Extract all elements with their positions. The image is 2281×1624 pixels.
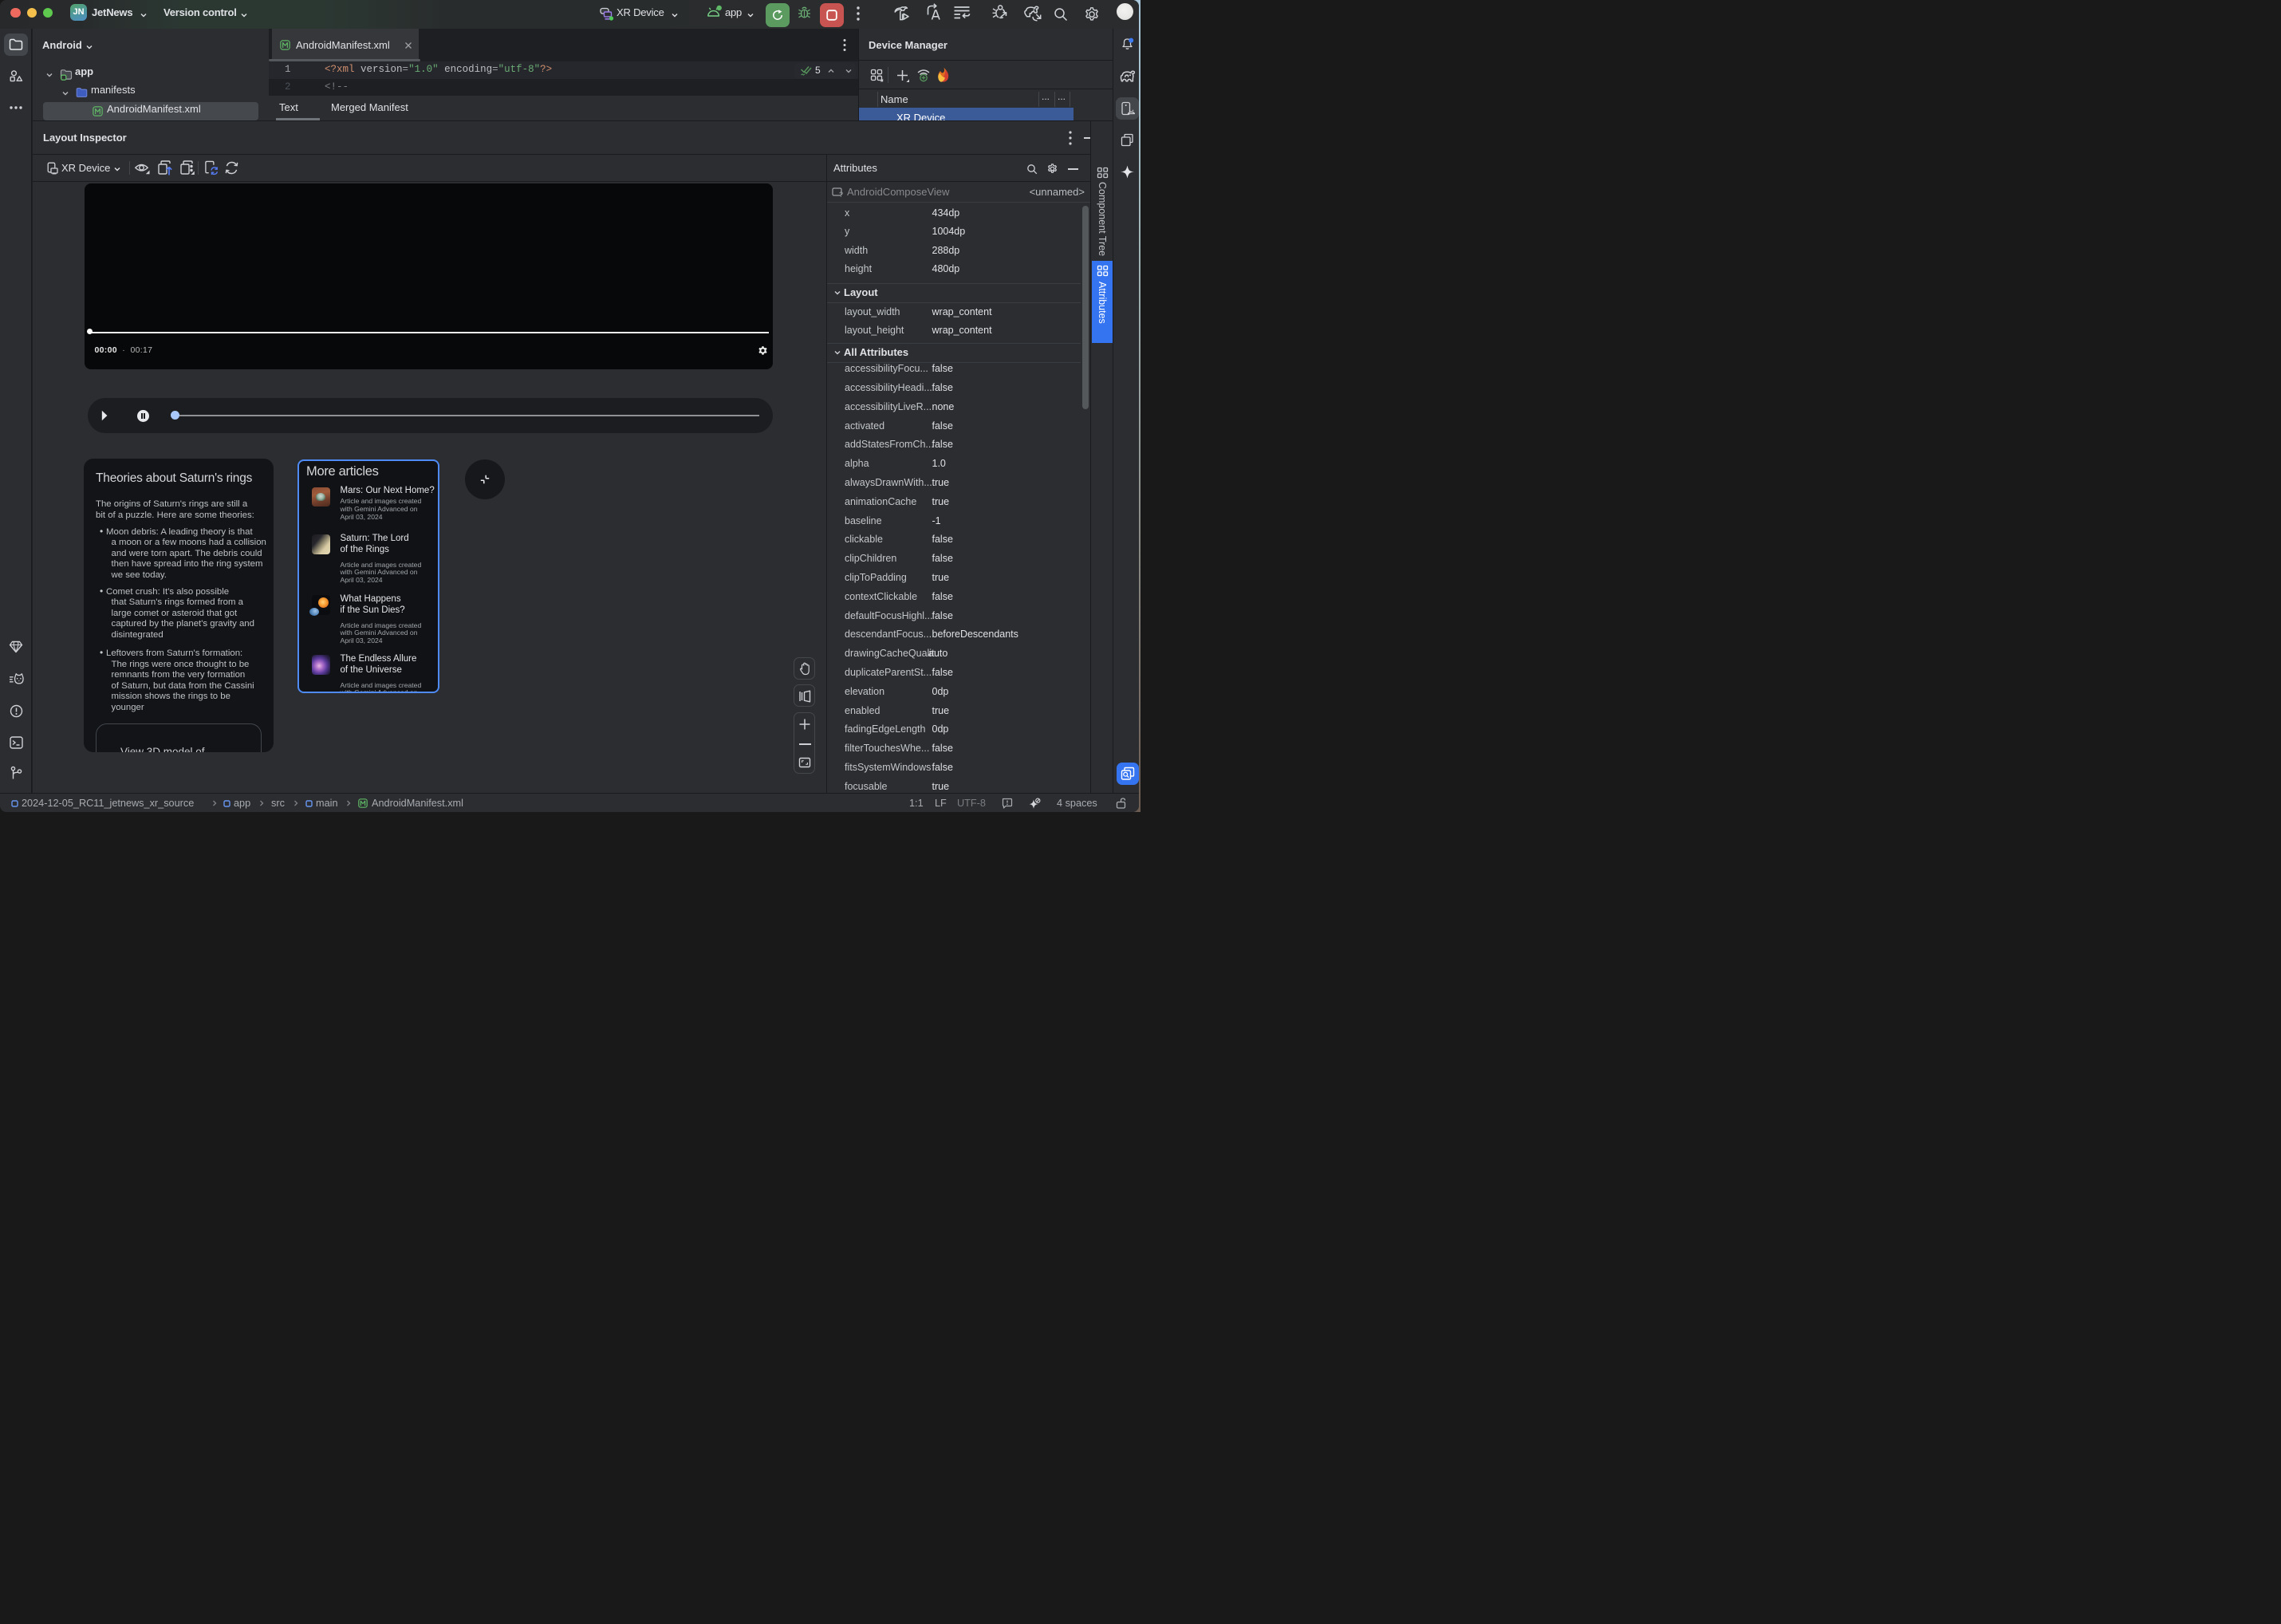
svg-text:?: ?: [839, 191, 843, 198]
